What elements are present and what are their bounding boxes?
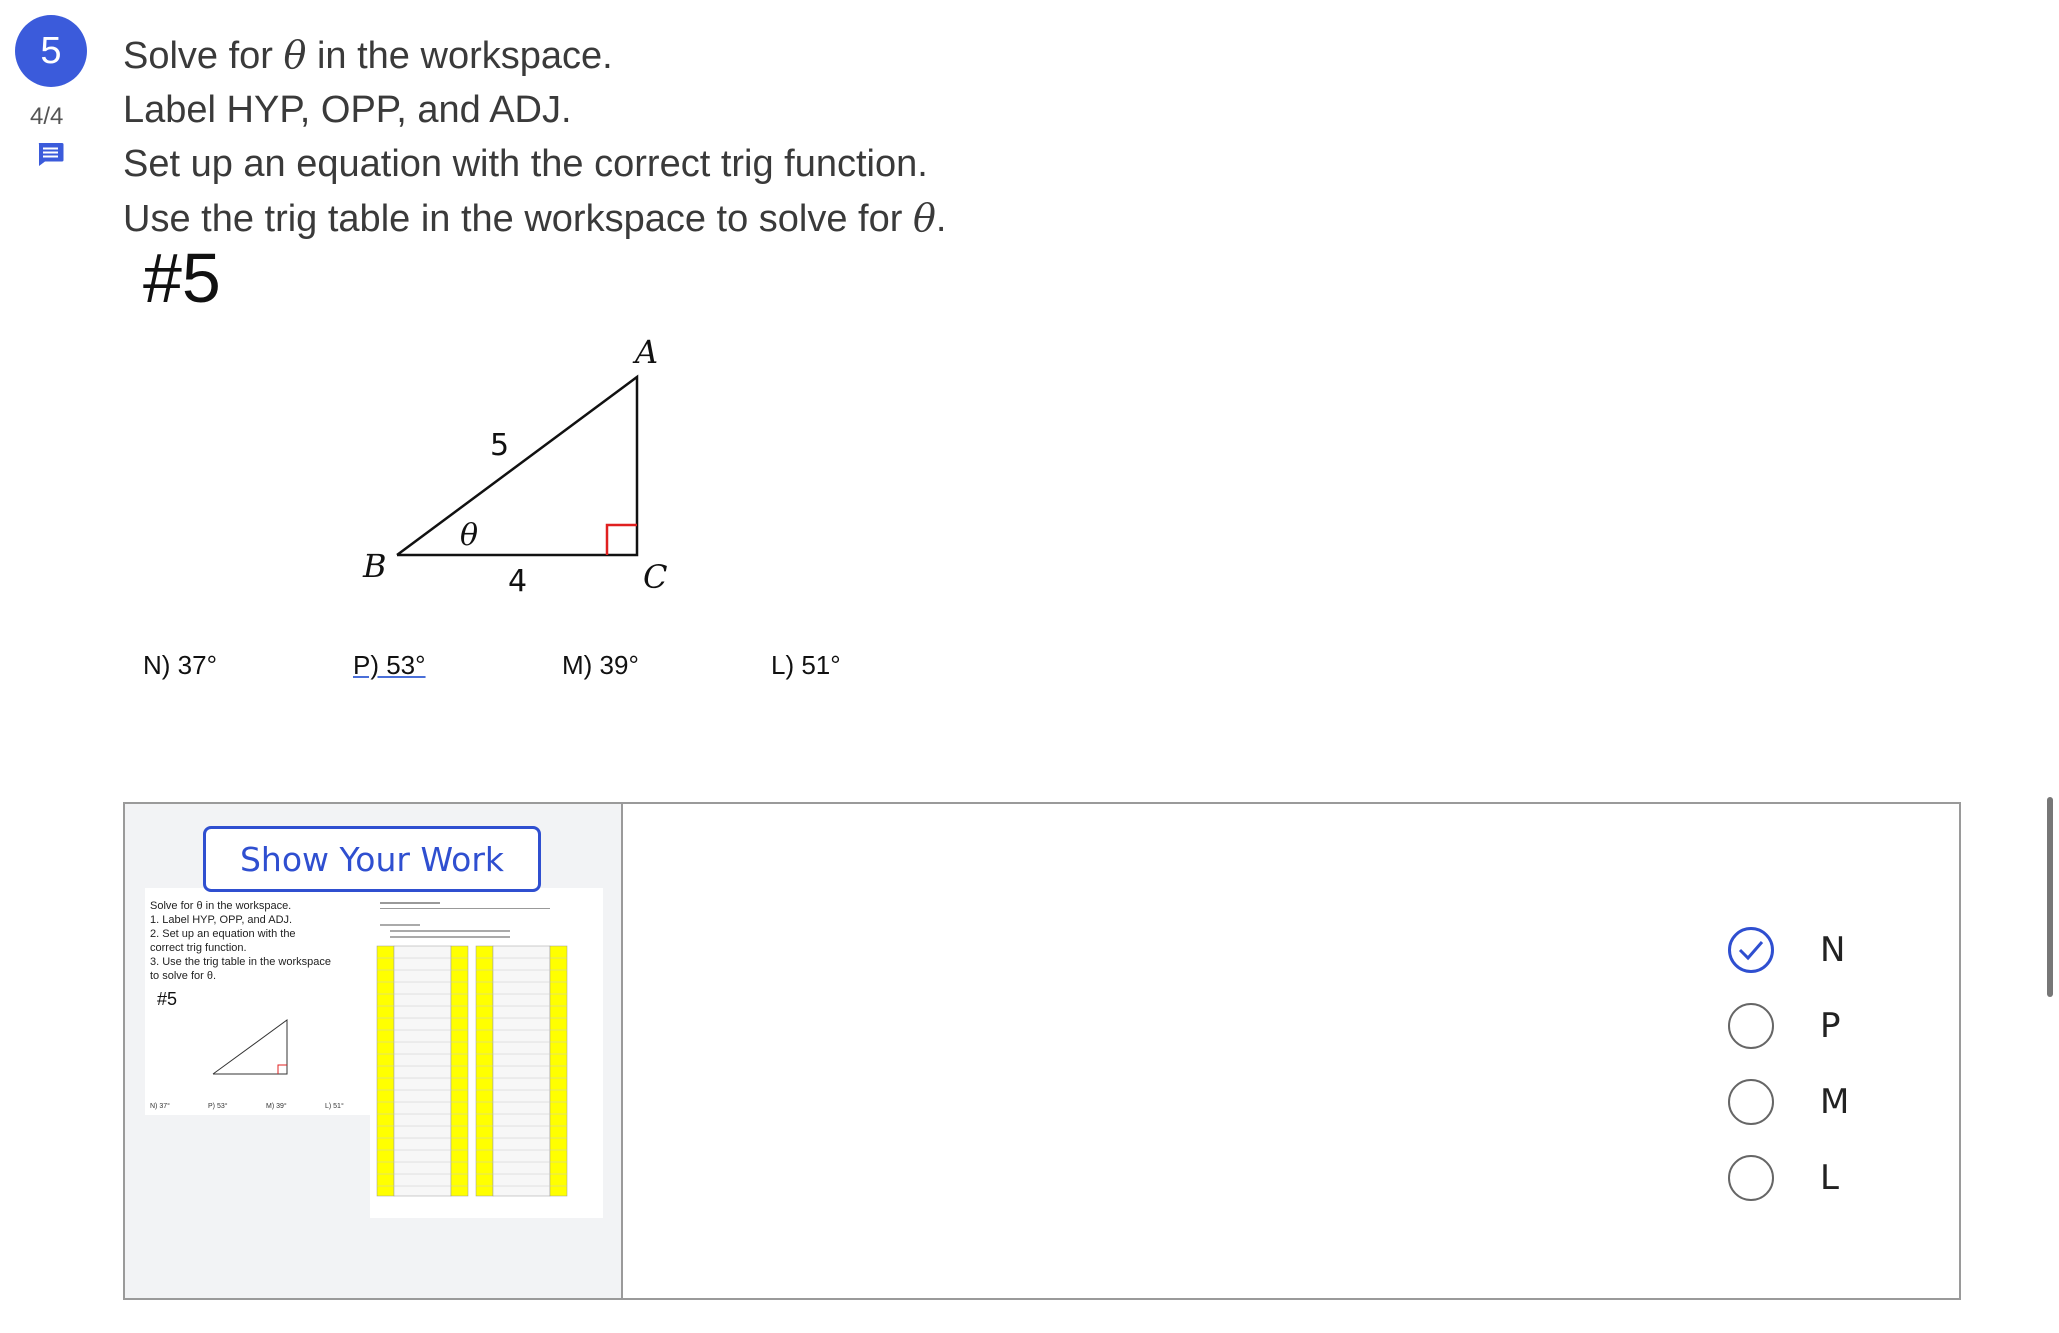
instruction-line-2: Label HYP, OPP, and ADJ. [123,89,572,131]
instruction-line-1: Solve for θ in the workspace. [123,33,613,77]
workspace-thumbnail-panel[interactable]: Solve for θ in the workspace. 1. Label H… [125,804,623,1298]
answer-radio-group: N P M L [1728,912,1849,1216]
thumb-choice-n: N) 37° [150,1102,170,1110]
answer-option-label: M [1820,1082,1850,1122]
thumb-choice-m: M) 39° [266,1102,287,1110]
question-number-badge: 5 [15,15,87,87]
triangle-diagram: A B C 5 4 θ [362,333,667,599]
answer-option-p[interactable]: P [1728,988,1849,1064]
choice-p: P) 53° [353,650,426,680]
answer-option-n[interactable]: N [1728,912,1849,988]
trig-table-2 [475,945,568,1197]
answer-option-label: L [1820,1158,1839,1198]
checkmark-icon [1738,941,1764,961]
trig-table-1 [376,945,469,1197]
vertex-a-label: A [632,333,658,371]
instruction-line-4: Use the trig table in the workspace to s… [123,196,947,240]
choice-l: L) 51° [771,650,841,680]
question-instructions: Solve for θ in the workspace. Label HYP,… [123,28,946,246]
workspace-thumbnail: Solve for θ in the workspace. 1. Label H… [145,888,603,1218]
thumb-instr-1: Solve for θ in the workspace. [150,900,291,912]
question-score: 4/4 [30,103,64,130]
radio-button[interactable] [1728,1079,1774,1125]
adjacent-length-label: 4 [508,564,527,599]
thumb-instr-5: 3. Use the trig table in the workspace [150,956,331,968]
answer-option-m[interactable]: M [1728,1064,1849,1140]
show-your-work-button[interactable]: Show Your Work [203,826,541,892]
choice-m: M) 39° [562,650,639,680]
answer-option-label: P [1820,1006,1841,1046]
answer-panel: N P M L [623,804,1959,1298]
instruction-line-3: Set up an equation with the correct trig… [123,143,928,185]
radio-button[interactable] [1728,1155,1774,1201]
vertex-c-label: C [643,558,667,596]
thumb-instr-4: correct trig function. [150,942,247,954]
choice-n: N) 37° [143,650,217,680]
thumb-choice-p: P) 53° [208,1102,228,1110]
radio-button-checked[interactable] [1728,927,1774,973]
answer-option-label: N [1820,930,1846,970]
thumb-instr-2: 1. Label HYP, OPP, and ADJ. [150,914,292,926]
thumb-instr-6: to solve for θ. [150,970,216,982]
vertical-scrollbar[interactable] [2047,797,2053,997]
answer-option-l[interactable]: L [1728,1140,1849,1216]
thumb-choice-l: L) 51° [325,1102,344,1110]
hypotenuse-length-label: 5 [490,428,509,463]
radio-button[interactable] [1728,1003,1774,1049]
vertex-b-label: B [362,547,387,585]
thumb-instr-3: 2. Set up an equation with the [150,928,296,940]
workspace-panel: Solve for θ in the workspace. 1. Label H… [123,802,1961,1300]
problem-label: #5 [143,239,221,317]
comment-icon[interactable] [37,142,64,166]
thumb-label: #5 [157,989,177,1009]
angle-theta-label: θ [460,518,478,553]
